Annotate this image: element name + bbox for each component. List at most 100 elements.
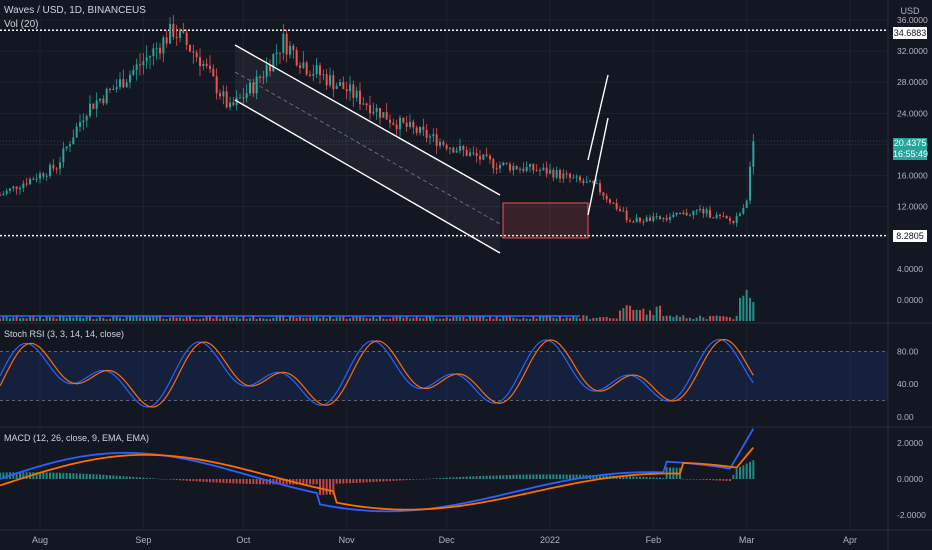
volume-bar (429, 316, 431, 321)
candle-body (585, 181, 588, 183)
candle-body (559, 170, 561, 179)
candle-body (29, 178, 31, 185)
candle-body (472, 152, 475, 154)
candle-body (599, 183, 601, 193)
volume-bars (0, 289, 755, 321)
candle-body (529, 163, 531, 167)
candle-body (739, 213, 741, 216)
volume-bar (432, 316, 435, 321)
volume-bar (325, 318, 328, 321)
candle-body (229, 102, 231, 108)
candle-body (202, 63, 205, 67)
volume-bar (619, 310, 621, 321)
macd-histogram-bar (232, 479, 235, 484)
candle-body (149, 56, 151, 58)
candle-body (319, 65, 321, 76)
candle-body (425, 129, 428, 138)
candle-body (75, 126, 78, 138)
candle-body (89, 103, 91, 116)
macd-tick-label: -2.0000 (897, 510, 926, 520)
volume-bar (235, 316, 238, 321)
candle-body (595, 183, 598, 185)
macd-histogram-bar (375, 479, 378, 482)
price-tick-label: 12.0000 (897, 202, 928, 212)
macd-histogram-bar (425, 478, 428, 480)
candle-body (705, 209, 708, 214)
time-tick-label: Feb (646, 535, 662, 545)
macd-histogram-bar (135, 477, 138, 479)
candle-body (602, 192, 605, 196)
volume-bar (562, 318, 565, 321)
volume-bar (752, 302, 755, 321)
macd-histogram-bar (319, 479, 321, 495)
volume-bar (695, 317, 698, 321)
volume-bar (732, 319, 735, 321)
volume-bar (645, 314, 648, 321)
macd-histogram-bar (362, 479, 365, 483)
candle-body (485, 154, 488, 156)
candle-body (605, 195, 608, 200)
candle-body (665, 217, 668, 220)
macd-tick-label: 0.0000 (897, 474, 923, 484)
candle-body (692, 210, 695, 216)
volume-bar (135, 316, 138, 321)
candle-body (495, 168, 498, 170)
volume-bar (735, 315, 738, 321)
macd-histogram-bar (195, 479, 198, 482)
macd-histogram-bar (469, 476, 471, 479)
top-level-price-tag: 34.6883 (893, 27, 927, 39)
chart-axes: 36.000032.000028.000024.000020.000016.00… (32, 15, 928, 545)
volume-bar (309, 317, 311, 321)
macd-histogram-bar (122, 476, 125, 479)
candle-body (392, 122, 395, 125)
range-box (502, 202, 589, 239)
volume-bar (442, 318, 445, 321)
volume-bar (459, 317, 461, 321)
volume-bar (535, 318, 538, 321)
candle-body (162, 37, 165, 54)
candle-body (482, 154, 485, 160)
macd-histogram-bar (245, 479, 248, 484)
candle-body (349, 84, 351, 92)
candle-body (9, 188, 11, 191)
volume-bar (272, 317, 275, 321)
volume-bar (265, 318, 268, 321)
macd-histogram-bar (329, 479, 331, 495)
candle-body (0, 195, 1, 196)
volume-bar (229, 317, 231, 321)
candle-body (545, 167, 548, 174)
macd-histogram-bar (569, 474, 571, 479)
candle-body (309, 74, 311, 76)
candle-body (405, 122, 408, 127)
macd-histogram-bar (692, 479, 695, 480)
candle-body (439, 141, 441, 146)
macd-histogram-bar (182, 479, 185, 481)
macd-histogram-bar (549, 474, 551, 479)
volume-bar (529, 318, 531, 321)
candle-body (589, 180, 591, 182)
candle-body (515, 166, 518, 170)
macd-histogram-bar (372, 479, 375, 483)
volume-bar (705, 319, 708, 321)
price-chart[interactable]: 36.000032.000028.000024.000020.000016.00… (0, 0, 932, 550)
candle-body (139, 64, 141, 66)
macd-histogram-bar (215, 479, 218, 483)
candle-body (155, 47, 158, 49)
candle-body (652, 216, 655, 221)
volume-bar (292, 316, 295, 321)
candle-body (315, 65, 318, 74)
volume-bar (385, 319, 388, 321)
candle-body (552, 169, 555, 178)
candle-body (569, 173, 571, 178)
macd-histogram-bar (422, 479, 425, 480)
candle-body (629, 220, 631, 222)
volume-bar (189, 316, 191, 321)
volume-bar (692, 319, 695, 321)
candle-body (379, 107, 381, 118)
volume-bar (659, 305, 661, 321)
macd-histogram-bar (179, 479, 181, 481)
chart-grid (0, 0, 932, 550)
candle-body (512, 166, 515, 171)
macd-histogram-bar (465, 476, 468, 479)
volume-bar (392, 317, 395, 321)
